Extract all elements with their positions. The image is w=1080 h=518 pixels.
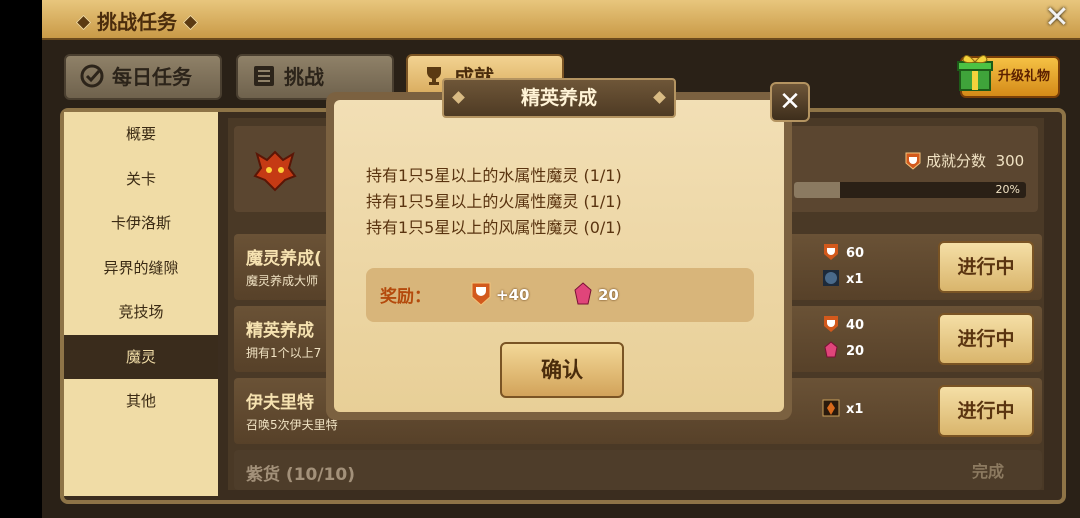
reward-crystals: 20 — [572, 282, 619, 306]
diamond-ornament-icon — [653, 91, 666, 104]
score-value: 300 — [995, 152, 1025, 170]
reward-box: 奖励： +40 20 — [366, 268, 754, 322]
list-icon — [254, 66, 274, 86]
in-progress-button[interactable]: 进行中 — [938, 313, 1034, 365]
score-label: 成就分数 — [926, 152, 987, 170]
diamond-ornament-icon — [182, 14, 199, 31]
diamond-ornament-icon — [452, 91, 465, 104]
achievement-detail-dialog: 持有1只5星以上的水属性魔灵 (1/1) 持有1只5星以上的火属性魔灵 (1/1… — [326, 78, 810, 420]
dialog-title: 精英养成 — [520, 87, 597, 109]
tab-daily-tasks-label: 每日任务 — [112, 65, 192, 89]
dialog-close-button[interactable]: ✕ — [770, 82, 810, 122]
confirm-button[interactable]: 确认 — [500, 342, 624, 398]
condition-fire: 持有1只5星以上的火属性魔灵 (1/1) — [366, 192, 622, 211]
condition-water: 持有1只5星以上的水属性魔灵 (1/1) — [366, 166, 622, 185]
rune-orb-icon — [823, 270, 839, 286]
crystal-icon — [574, 282, 592, 305]
gift-box-icon — [957, 55, 993, 91]
tab-daily-tasks[interactable]: 每日任务 — [64, 54, 222, 100]
list-item-rewards: 60 x1 — [822, 242, 882, 294]
close-icon[interactable]: ✕ — [1042, 3, 1072, 33]
sidebar-item-arena[interactable]: 竞技场 — [64, 290, 218, 335]
sidebar-item-monsters[interactable]: 魔灵 — [64, 334, 218, 379]
sidebar-item-other[interactable]: 其他 — [64, 379, 218, 424]
check-circle-icon — [80, 64, 104, 88]
level-up-gift-label: 升级礼物 — [997, 69, 1050, 84]
reward-crystals: 20 — [822, 340, 882, 366]
reward-item: x1 — [822, 268, 882, 294]
sidebar-item-rift[interactable]: 异界的缝隙 — [64, 246, 218, 291]
progress-text: 20% — [995, 183, 1020, 196]
diamond-ornament-icon — [75, 14, 92, 31]
reward-points-value: +40 — [496, 286, 530, 304]
reward-points: +40 — [470, 282, 529, 306]
reward-points: 60 — [822, 242, 882, 268]
achievement-point-icon — [824, 316, 838, 332]
sidebar-item-overview[interactable]: 概要 — [64, 112, 218, 157]
list-item-title: 精英养成 — [246, 321, 314, 341]
list-item-rewards: x1 — [822, 386, 882, 424]
list-item-subtitle: 魔灵养成大师 — [246, 274, 319, 288]
achievement-progress-bar: 20% — [794, 182, 1026, 198]
list-item-title: 伊夫里特 — [246, 393, 314, 413]
sidebar-item-stages[interactable]: 关卡 — [64, 157, 218, 202]
reward-points-value: 60 — [846, 246, 865, 261]
crystal-icon — [824, 341, 838, 358]
progress-fill — [794, 182, 841, 198]
sidebar-item-kairos[interactable]: 卡伊洛斯 — [64, 201, 218, 246]
reward-points-value: 40 — [846, 318, 865, 333]
achievement-point-icon — [471, 282, 491, 306]
reward-crystals-value: 20 — [846, 344, 865, 359]
achievement-score-icon — [905, 152, 921, 170]
achievement-score: 成就分数 300 — [926, 150, 1024, 171]
monster-portrait-icon — [822, 399, 840, 417]
category-sidebar: 概要 关卡 卡伊洛斯 异界的缝隙 竞技场 魔灵 其他 — [64, 112, 218, 496]
tab-challenge-label: 挑战 — [284, 65, 324, 89]
list-item-rewards: 40 20 — [822, 314, 882, 366]
reward-item-count: x1 — [846, 272, 864, 287]
list-item-subtitle: 召唤5次伊夫里特 — [246, 418, 338, 432]
demon-emblem-icon — [253, 150, 297, 192]
condition-wind: 持有1只5星以上的风属性魔灵 (0/1) — [366, 218, 622, 237]
reward-crystals-value: 20 — [598, 286, 619, 304]
level-up-gift-button[interactable]: 升级礼物 — [957, 55, 1060, 98]
reward-label: 奖励： — [380, 287, 431, 307]
list-item[interactable]: 紫货 (10/10) — [234, 450, 1042, 490]
list-item-subtitle: 拥有1个以上7 — [246, 346, 322, 360]
completed-stamp: 完成 — [972, 462, 1005, 481]
page-title: 挑战任务 — [70, 6, 204, 35]
page-title-text: 挑战任务 — [97, 10, 177, 34]
achievement-point-icon — [824, 244, 838, 260]
reward-item-count: x1 — [846, 402, 864, 417]
in-progress-button[interactable]: 进行中 — [938, 385, 1034, 437]
list-item-title: 魔灵养成( — [246, 249, 322, 269]
list-item-title: 紫货 (10/10) — [246, 465, 355, 485]
dialog-title-plate: 精英养成 — [442, 78, 676, 118]
dialog-body: 持有1只5星以上的水属性魔灵 (1/1) 持有1只5星以上的火属性魔灵 (1/1… — [334, 100, 784, 412]
title-bar: 挑战任务 ✕ — [42, 0, 1080, 40]
reward-item: x1 — [822, 398, 882, 424]
in-progress-button[interactable]: 进行中 — [938, 241, 1034, 293]
reward-points: 40 — [822, 314, 882, 340]
